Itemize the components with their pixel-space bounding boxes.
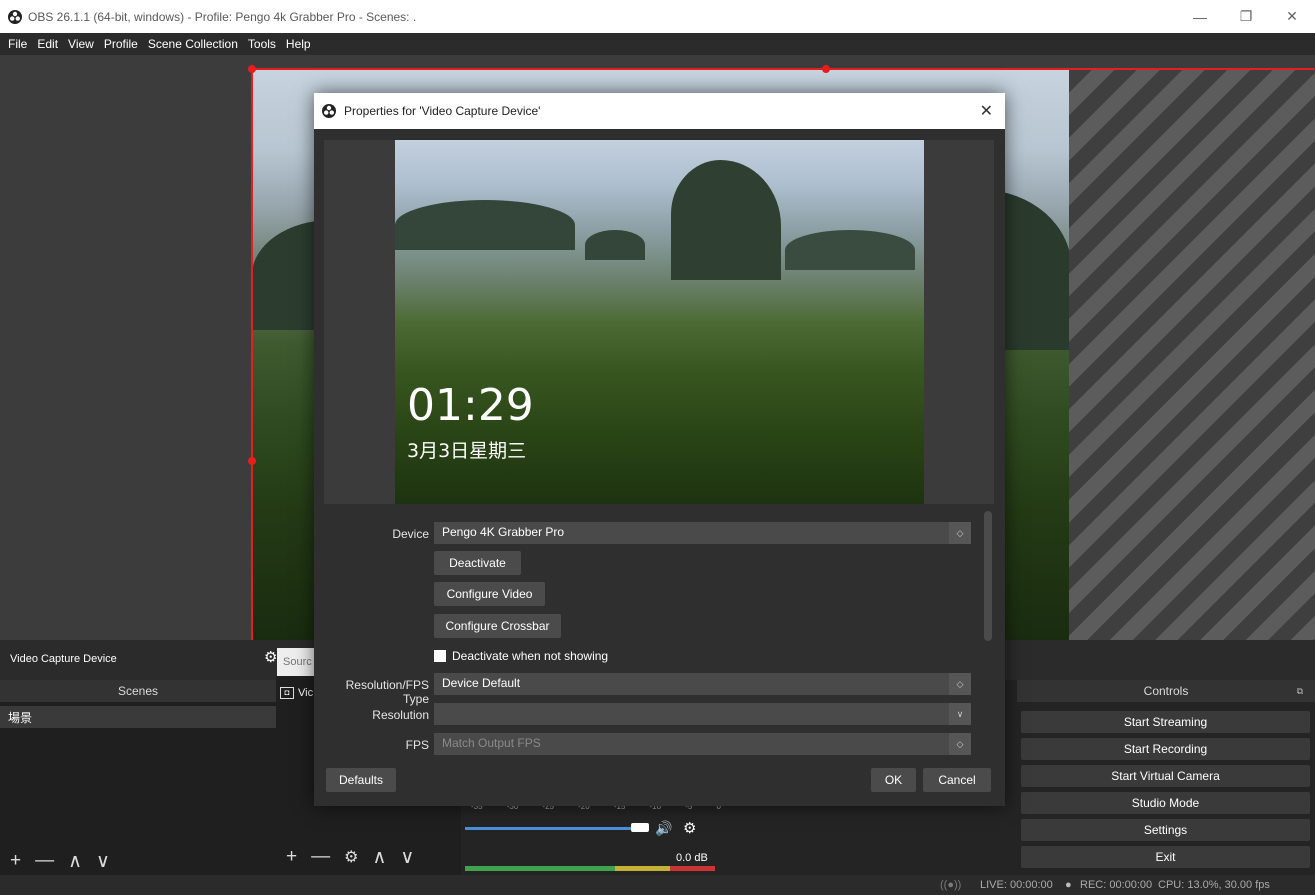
scene-item[interactable]: 場景 [0,706,276,728]
lockscreen-date: 3月3日星期三 [407,440,527,462]
start-virtual-camera-button[interactable]: Start Virtual Camera [1021,765,1310,787]
add-scene-icon[interactable]: + [10,850,21,872]
speaker-icon[interactable]: 🔊 [655,820,672,837]
mixer-settings-gear-icon[interactable]: ⚙ [683,819,696,837]
resolution-fps-type-value: Device Default [442,676,521,690]
resolution-fps-type-select[interactable]: Device Default ◇ [434,673,971,695]
scenes-header: Scenes [0,680,276,702]
status-bar: ((●)) LIVE: 00:00:00 ● REC: 00:00:00 CPU… [0,875,1315,895]
fps-placeholder: Match Output FPS [442,736,541,750]
checkbox-label: Deactivate when not showing [452,649,609,663]
start-recording-button[interactable]: Start Recording [1021,738,1310,760]
dialog-preview: 01:29 3月3日星期三 [324,140,994,504]
scenes-dock: Scenes 場景 + — ∧ ∨ [0,680,276,895]
camera-icon: ◘ [280,687,294,699]
exit-button[interactable]: Exit [1021,846,1310,868]
selection-border-top [252,68,1315,70]
obs-logo-icon [8,9,22,24]
menu-profile[interactable]: Profile [104,37,138,51]
fps-label: FPS [405,738,429,752]
move-up-icon[interactable]: ∧ [372,846,386,869]
checkbox-box[interactable] [434,650,446,662]
resize-handle[interactable] [248,457,256,465]
controls-header: Controls [1017,680,1315,702]
current-source-name: Video Capture Device [10,653,117,665]
sources-dock-tab[interactable]: Sourc [277,648,315,676]
resolution-fps-type-label: Resolution/FPS Type [345,678,429,706]
ok-button[interactable]: OK [871,768,916,792]
controls-dock: Controls ⧉ Start Streaming Start Recordi… [1017,680,1315,875]
spinner-icon: ◇ [949,733,971,755]
move-down-icon[interactable]: ∨ [400,846,414,869]
menu-help[interactable]: Help [286,37,311,51]
resolution-label: Resolution [372,708,429,722]
live-time: LIVE: 00:00:00 [980,879,1053,891]
source-item-label: Vic [298,687,314,699]
sources-toolbar: + — ⚙ ∧ ∨ [276,845,418,869]
configure-crossbar-button[interactable]: Configure Crossbar [434,614,561,638]
deactivate-when-not-showing-checkbox[interactable]: Deactivate when not showing [434,649,608,663]
dialog-title: Properties for 'Video Capture Device' [344,104,541,118]
device-preview-image: 01:29 3月3日星期三 [395,140,924,504]
resize-handle[interactable] [822,65,830,73]
remove-source-icon[interactable]: — [311,846,330,868]
chevron-down-icon: ∨ [949,703,971,725]
dialog-close-button[interactable]: ✕ [980,101,993,121]
live-indicator-icon: ((●)) [940,879,962,891]
studio-mode-button[interactable]: Studio Mode [1021,792,1310,814]
spinner-icon: ◇ [949,522,971,544]
spinner-icon: ◇ [949,673,971,695]
volume-slider-track[interactable] [465,827,635,830]
settings-button[interactable]: Settings [1021,819,1310,841]
menu-tools[interactable]: Tools [248,37,276,51]
audio-level-meter [465,866,715,871]
menu-scene-collection[interactable]: Scene Collection [148,37,238,51]
maximize-button[interactable]: ❐ [1223,0,1269,33]
close-button[interactable]: ✕ [1269,0,1315,33]
volume-slider-handle[interactable] [631,823,649,832]
menu-bar: File Edit View Profile Scene Collection … [0,33,1315,55]
selection-border-left [251,68,253,640]
remove-scene-icon[interactable]: — [35,850,54,872]
cancel-button[interactable]: Cancel [923,768,991,792]
window-title-bar: OBS 26.1.1 (64-bit, windows) - Profile: … [0,0,1315,33]
move-down-icon[interactable]: ∨ [96,850,110,873]
start-streaming-button[interactable]: Start Streaming [1021,711,1310,733]
minimize-button[interactable]: — [1177,0,1223,33]
obs-logo-icon [322,104,336,118]
add-source-icon[interactable]: + [286,846,297,868]
cpu-fps-readout: CPU: 13.0%, 30.00 fps [1158,879,1270,891]
rec-time: REC: 00:00:00 [1080,879,1153,891]
move-up-icon[interactable]: ∧ [68,850,82,873]
device-label: Device [392,527,429,541]
resolution-select[interactable]: ∨ [434,703,971,725]
deactivate-button[interactable]: Deactivate [434,551,521,575]
configure-video-button[interactable]: Configure Video [434,582,545,606]
undock-icon[interactable]: ⧉ [1297,680,1303,702]
volume-db-readout: 0.0 dB [676,852,708,864]
fps-select[interactable]: Match Output FPS ◇ [434,733,971,755]
dialog-scrollbar[interactable] [984,511,992,641]
resize-handle[interactable] [248,65,256,73]
defaults-button[interactable]: Defaults [326,768,396,792]
device-select[interactable]: Pengo 4K Grabber Pro ◇ [434,522,971,544]
menu-edit[interactable]: Edit [37,37,58,51]
window-title: OBS 26.1.1 (64-bit, windows) - Profile: … [28,9,417,24]
source-properties-gear-icon[interactable]: ⚙ [264,648,277,666]
dialog-title-bar: Properties for 'Video Capture Device' ✕ [314,93,1005,129]
lockscreen-time: 01:29 [407,380,534,431]
rec-indicator-icon: ● [1065,879,1072,891]
device-select-value: Pengo 4K Grabber Pro [442,525,565,539]
scenes-toolbar: + — ∧ ∨ [0,849,114,873]
preview-empty-region [1069,70,1315,640]
menu-file[interactable]: File [8,37,27,51]
properties-dialog: Properties for 'Video Capture Device' ✕ … [314,93,1005,806]
menu-view[interactable]: View [68,37,94,51]
source-settings-gear-icon[interactable]: ⚙ [344,847,358,867]
